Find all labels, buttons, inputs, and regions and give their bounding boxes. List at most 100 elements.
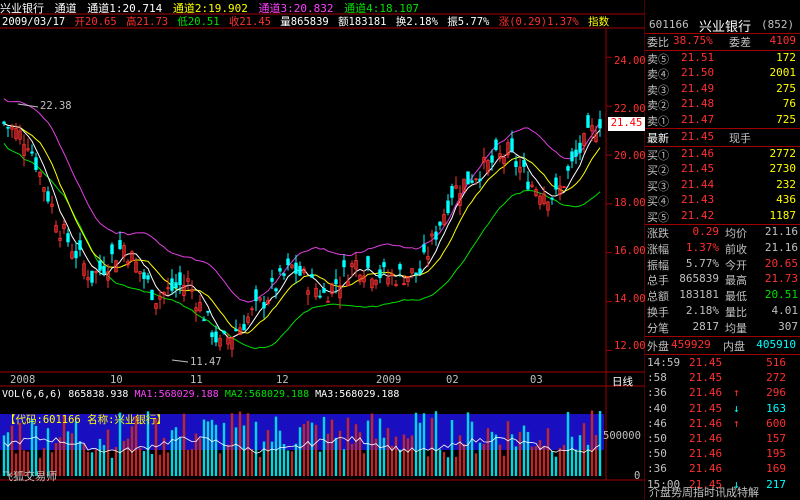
candle-body <box>438 221 442 226</box>
volume-bar <box>170 430 174 476</box>
tick-time: :36 <box>647 386 667 400</box>
volume-bar <box>306 420 310 476</box>
latest-label: 最新 <box>647 132 669 145</box>
candle-body <box>334 279 338 285</box>
volume-bar <box>322 416 326 476</box>
volume-bar <box>458 435 462 476</box>
volume-value: 865838.938 <box>68 389 129 400</box>
volume-bar <box>326 433 330 476</box>
volume-bar <box>362 453 366 476</box>
candle-body <box>146 275 150 280</box>
volume-bar <box>402 434 406 476</box>
stat-value: 5.77% <box>685 256 719 270</box>
stat-label: 总手 <box>647 274 669 288</box>
volume-bar <box>410 435 414 476</box>
volume-bar <box>434 411 438 476</box>
x-tick-label: 02 <box>446 374 459 386</box>
volume-bar <box>538 440 542 476</box>
volume-bar <box>190 449 194 476</box>
volume-bar <box>330 419 334 476</box>
stat-value: 21.73 <box>764 272 798 286</box>
order-price: 21.43 <box>681 193 715 207</box>
candle-body <box>270 278 274 282</box>
volume-bar <box>110 457 114 476</box>
volume-bar <box>282 443 286 476</box>
order-level-label: 卖① <box>647 114 669 128</box>
order-level-label: 卖④ <box>647 68 669 82</box>
sell-row: 卖② 21.48 76 <box>647 97 798 112</box>
volume-bar <box>74 421 78 476</box>
y-tick-label: 20.00 <box>614 150 646 162</box>
stat-value: 865839 <box>679 272 719 286</box>
info-high: 高21.73 <box>125 16 169 28</box>
info-low: 低20.51 <box>177 16 220 28</box>
candle-body <box>554 177 558 190</box>
tick-volume: 169 <box>766 462 786 476</box>
volume-tick-label: 500000 <box>603 430 641 442</box>
volume-bar <box>238 411 242 476</box>
volume-bar <box>250 449 254 476</box>
x-tick-label: 10 <box>110 374 123 386</box>
volume-bar <box>98 438 102 476</box>
candle-body <box>214 331 218 343</box>
buy-row: 买② 21.45 2730 <box>647 162 798 177</box>
order-level-label: 买② <box>647 164 669 178</box>
candle-body <box>34 157 38 171</box>
volume-bar <box>558 447 562 476</box>
current-price-tag: 21.45 <box>608 117 645 131</box>
stat-row: 分笔 2817 均量 307 <box>647 320 798 335</box>
candle-body <box>450 186 454 198</box>
volume-bar <box>286 450 290 476</box>
volume-bar <box>546 428 550 476</box>
volume-bar <box>58 437 62 476</box>
candle-body <box>510 138 514 152</box>
x-tick-label: 2009 <box>376 374 402 386</box>
quote-tag: (852) <box>761 18 795 31</box>
indicator-header: 兴业银行 通道 通道1:20.714 通道2:19.902 通道3:20.832… <box>0 0 645 15</box>
volume-bar <box>202 419 206 476</box>
volume-bar <box>446 457 450 476</box>
volume-bar <box>266 430 270 476</box>
volume-bar <box>594 435 598 476</box>
volume-bar <box>102 444 106 476</box>
volume-bar <box>210 419 214 476</box>
annotation-leader <box>17 103 39 108</box>
tick-volume: 296 <box>766 386 786 400</box>
candle-body <box>206 310 210 313</box>
candle-body <box>98 260 102 271</box>
candle-body <box>570 151 574 162</box>
volume-bar <box>406 438 410 476</box>
bottom-tabs[interactable]: 介盘势周指时讯成特解 <box>649 484 759 500</box>
order-price: 21.46 <box>681 147 715 160</box>
stat-value: 21.16 <box>764 225 798 238</box>
tick-direction: ↑ <box>733 416 740 430</box>
volume-bar <box>126 438 130 476</box>
volume-bar <box>386 428 390 476</box>
weicha-value: 4109 <box>769 34 797 47</box>
volume-bar <box>382 437 386 476</box>
period-daily-button[interactable]: 日线 <box>612 374 633 389</box>
info-index-button[interactable]: 指数 <box>588 16 609 28</box>
order-price: 21.44 <box>681 177 715 191</box>
volume-bar <box>310 422 314 476</box>
candle-body <box>222 330 226 334</box>
volume-bar <box>158 454 162 476</box>
tick-price: 21.46 <box>689 432 723 445</box>
volume-bar <box>522 425 526 476</box>
volume-bar <box>294 443 298 476</box>
buy-row: 买⑤ 21.42 1187 <box>647 209 798 224</box>
volume-bar <box>570 436 574 476</box>
stat-value: 4.01 <box>771 304 799 317</box>
tick-price: 21.45 <box>689 371 723 385</box>
stat-label: 分笔 <box>647 321 669 335</box>
candle-body <box>494 139 498 151</box>
order-price: 21.48 <box>681 97 715 111</box>
tick-time: :50 <box>647 432 667 445</box>
stat-value: 0.29 <box>692 225 720 238</box>
candle-body <box>46 191 50 202</box>
volume-bar <box>462 443 466 476</box>
stat-row: 涨跌 0.29 均价 21.16 <box>647 225 798 240</box>
volume-bar <box>350 443 354 476</box>
volume-bar <box>78 441 82 476</box>
y-tick-label: 24.00 <box>614 55 646 67</box>
